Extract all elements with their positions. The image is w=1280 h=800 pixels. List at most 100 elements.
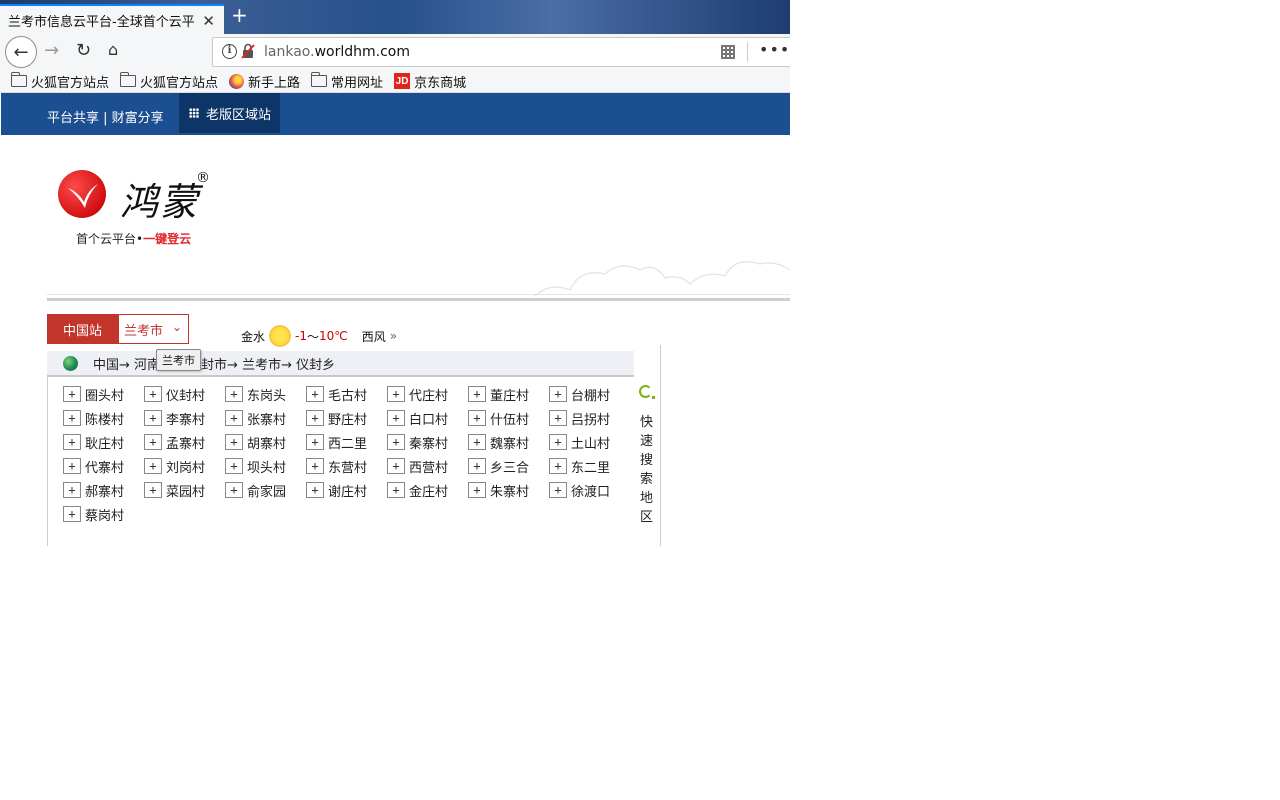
village-item[interactable]: + 菜园村	[144, 481, 225, 500]
tab-active[interactable]: 兰考市信息云平台-全球首个云平台 ✕	[0, 4, 224, 34]
expand-plus-icon[interactable]: +	[144, 458, 162, 474]
bookmark-folder-1[interactable]: 火狐官方站点	[11, 72, 109, 91]
expand-plus-icon[interactable]: +	[63, 482, 81, 498]
expand-plus-icon[interactable]: +	[387, 482, 405, 498]
expand-plus-icon[interactable]: +	[63, 458, 81, 474]
village-item[interactable]: + 西二里	[306, 433, 387, 452]
village-item[interactable]: + 魏寨村	[468, 433, 549, 452]
village-item[interactable]: + 西营村	[387, 457, 468, 476]
expand-plus-icon[interactable]: +	[549, 434, 567, 450]
url-bar[interactable]: i lankao.worldhm.com •••	[212, 37, 790, 67]
expand-plus-icon[interactable]: +	[468, 410, 486, 426]
village-item[interactable]: + 代庄村	[387, 385, 468, 404]
logo-emblem-icon[interactable]	[58, 170, 106, 218]
village-item[interactable]: + 胡寨村	[225, 433, 306, 452]
expand-plus-icon[interactable]: +	[549, 386, 567, 402]
breadcrumb-path[interactable]: 中国→ 河南省→ 开封市→ 兰考市→ 仪封乡	[93, 354, 335, 373]
village-item[interactable]: + 董庄村	[468, 385, 549, 404]
village-item[interactable]: + 圈头村	[63, 385, 144, 404]
village-item[interactable]: + 乡三合	[468, 457, 549, 476]
expand-plus-icon[interactable]: +	[144, 434, 162, 450]
bookmark-folder-2[interactable]: 火狐官方站点	[120, 72, 218, 91]
village-item[interactable]: + 金庄村	[387, 481, 468, 500]
home-button[interactable]: ⌂	[108, 40, 118, 59]
expand-plus-icon[interactable]: +	[306, 410, 324, 426]
city-select[interactable]: 兰考市 ⌄	[118, 314, 189, 344]
village-item[interactable]: + 孟寨村	[144, 433, 225, 452]
qr-code-icon[interactable]	[721, 45, 735, 59]
village-item[interactable]: + 代寨村	[63, 457, 144, 476]
expand-plus-icon[interactable]: +	[144, 482, 162, 498]
expand-plus-icon[interactable]: +	[468, 386, 486, 402]
expand-plus-icon[interactable]: +	[468, 434, 486, 450]
village-item[interactable]: + 什伍村	[468, 409, 549, 428]
village-item[interactable]: + 蔡岗村	[63, 505, 144, 524]
village-item[interactable]: + 台棚村	[549, 385, 630, 404]
search-icon[interactable]	[639, 385, 652, 398]
url-text[interactable]: lankao.worldhm.com	[264, 44, 410, 60]
logo-wordmark[interactable]: 鸿蒙	[120, 171, 200, 226]
info-icon[interactable]: i	[222, 44, 237, 59]
bookmark-folder-3[interactable]: 常用网址	[311, 72, 383, 91]
expand-plus-icon[interactable]: +	[468, 458, 486, 474]
village-item[interactable]: + 李寨村	[144, 409, 225, 428]
expand-plus-icon[interactable]: +	[144, 386, 162, 402]
expand-plus-icon[interactable]: +	[225, 434, 243, 450]
expand-plus-icon[interactable]: +	[387, 434, 405, 450]
village-item[interactable]: + 吕拐村	[549, 409, 630, 428]
weather-more-icon[interactable]: »	[390, 329, 397, 343]
village-item[interactable]: + 张寨村	[225, 409, 306, 428]
china-station-button[interactable]: 中国站	[47, 314, 118, 344]
expand-plus-icon[interactable]: +	[225, 482, 243, 498]
village-item[interactable]: + 东二里	[549, 457, 630, 476]
expand-plus-icon[interactable]: +	[63, 434, 81, 450]
forward-button[interactable]: →	[44, 40, 59, 61]
village-item[interactable]: + 仪封村	[144, 385, 225, 404]
insecure-lock-icon[interactable]	[241, 43, 255, 59]
village-item[interactable]: + 陈楼村	[63, 409, 144, 428]
new-tab-button[interactable]: +	[231, 4, 248, 26]
village-item[interactable]: + 谢庄村	[306, 481, 387, 500]
expand-plus-icon[interactable]: +	[225, 410, 243, 426]
expand-plus-icon[interactable]: +	[144, 410, 162, 426]
reload-button[interactable]: ↻	[76, 40, 91, 61]
village-item[interactable]: + 秦寨村	[387, 433, 468, 452]
village-item[interactable]: + 白口村	[387, 409, 468, 428]
expand-plus-icon[interactable]: +	[306, 482, 324, 498]
expand-plus-icon[interactable]: +	[387, 458, 405, 474]
expand-plus-icon[interactable]: +	[549, 410, 567, 426]
village-item[interactable]: + 野庄村	[306, 409, 387, 428]
expand-plus-icon[interactable]: +	[549, 482, 567, 498]
bookmark-getting-started[interactable]: 新手上路	[229, 72, 300, 91]
expand-plus-icon[interactable]: +	[306, 434, 324, 450]
old-regional-site-button[interactable]: 老版区域站	[179, 93, 280, 133]
expand-plus-icon[interactable]: +	[306, 458, 324, 474]
village-item[interactable]: + 朱寨村	[468, 481, 549, 500]
expand-plus-icon[interactable]: +	[225, 386, 243, 402]
village-item[interactable]: + 俞家园	[225, 481, 306, 500]
platform-share-link[interactable]: 平台共享 | 财富分享	[47, 107, 164, 126]
expand-plus-icon[interactable]: +	[63, 410, 81, 426]
village-item[interactable]: + 坝头村	[225, 457, 306, 476]
village-item[interactable]: + 郝寨村	[63, 481, 144, 500]
close-tab-icon[interactable]: ✕	[202, 12, 215, 30]
village-item[interactable]: + 徐渡口	[549, 481, 630, 500]
expand-plus-icon[interactable]: +	[387, 410, 405, 426]
village-item[interactable]: + 刘岗村	[144, 457, 225, 476]
expand-plus-icon[interactable]: +	[468, 482, 486, 498]
village-item[interactable]: + 土山村	[549, 433, 630, 452]
village-item[interactable]: + 东岗头	[225, 385, 306, 404]
expand-plus-icon[interactable]: +	[306, 386, 324, 402]
page-actions-icon[interactable]: •••	[759, 40, 790, 59]
weather-widget[interactable]: 金水 -1 ～ 10℃ 西风 »	[241, 325, 397, 347]
expand-plus-icon[interactable]: +	[63, 386, 81, 402]
expand-plus-icon[interactable]: +	[225, 458, 243, 474]
quick-search-label[interactable]: 快速搜索地区	[640, 413, 654, 527]
bookmark-jd[interactable]: JD 京东商城	[394, 72, 466, 91]
village-item[interactable]: + 东营村	[306, 457, 387, 476]
back-button[interactable]: ←	[5, 36, 37, 68]
expand-plus-icon[interactable]: +	[549, 458, 567, 474]
expand-plus-icon[interactable]: +	[387, 386, 405, 402]
village-item[interactable]: + 毛古村	[306, 385, 387, 404]
village-item[interactable]: + 耿庄村	[63, 433, 144, 452]
